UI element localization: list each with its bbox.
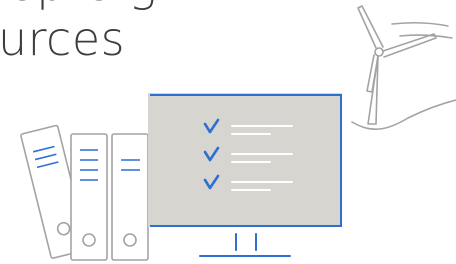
- illustration: [20, 5, 456, 261]
- monitor-screen: [148, 93, 342, 227]
- binder-group: [20, 124, 149, 261]
- binder-ring-hole: [82, 233, 96, 247]
- binder-icon: [111, 133, 149, 261]
- binder-ring-hole: [123, 233, 137, 247]
- hill-outline: [351, 99, 456, 130]
- turbine-blade-right: [382, 33, 437, 58]
- monitor-icon: [148, 93, 342, 257]
- wind-turbine-icon: [351, 5, 456, 130]
- binder-icon: [70, 133, 108, 261]
- turbine-hub: [374, 47, 384, 57]
- turbine-blade-up: [357, 5, 384, 49]
- monitor-stand: [199, 233, 291, 257]
- wind-line: [391, 21, 449, 27]
